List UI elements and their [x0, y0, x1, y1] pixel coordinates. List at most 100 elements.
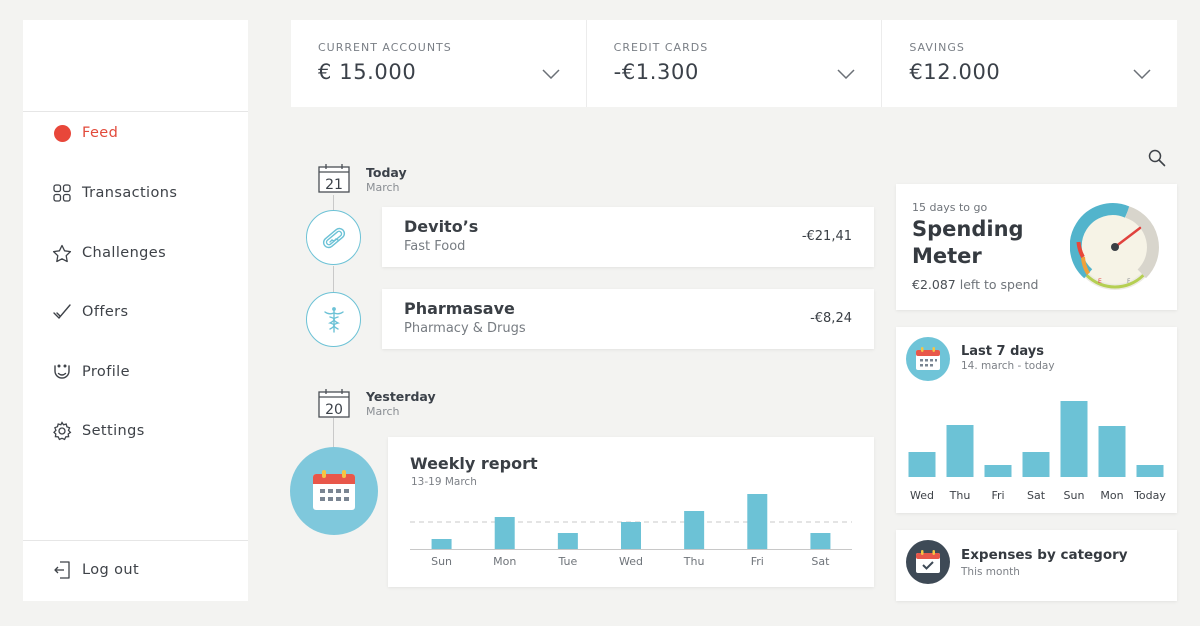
bar	[946, 425, 974, 477]
sidebar-item-offers[interactable]: Offers	[51, 300, 128, 324]
tick-label: Sat	[811, 555, 830, 568]
bar	[431, 539, 452, 549]
grid-icon	[51, 182, 73, 204]
sidebar-item-settings[interactable]: Settings	[51, 419, 145, 443]
star-icon	[51, 242, 73, 264]
transaction-amount: -€21,41	[801, 229, 852, 244]
logout-icon	[51, 559, 73, 581]
transaction-category: Fast Food	[404, 239, 466, 254]
logout-button[interactable]: Log out	[51, 558, 139, 582]
transaction-amount: -€8,24	[810, 311, 852, 326]
account-savings[interactable]: SAVINGS €12.000	[882, 20, 1177, 107]
sidebar-item-label: Settings	[82, 423, 145, 439]
timeline-line	[333, 195, 334, 210]
expenses-subtitle: This month	[961, 566, 1020, 578]
transaction-category: Pharmacy & Drugs	[404, 321, 526, 336]
transaction-card[interactable]: Devito’s Fast Food -€21,41	[382, 207, 874, 267]
amount-suffix: left to spend	[959, 277, 1039, 292]
hotdog-icon	[306, 210, 361, 265]
tick-label: Wed	[910, 489, 934, 502]
amount-left: €2.087 left to spend	[912, 277, 1039, 292]
logout-label: Log out	[82, 562, 140, 578]
bar	[684, 511, 705, 549]
bar	[1060, 401, 1088, 477]
bar	[747, 494, 768, 549]
tick-label: Sat	[1027, 489, 1046, 502]
account-credit-cards[interactable]: CREDIT CARDS -€1.300	[587, 20, 883, 107]
sidebar-item-label: Profile	[82, 364, 130, 380]
tick-label: Sun	[1064, 489, 1085, 502]
bar	[621, 522, 641, 549]
checkmark-icon	[51, 301, 73, 323]
gear-icon	[51, 420, 73, 442]
bar	[908, 452, 936, 477]
day-label-today: Today	[366, 165, 407, 180]
tick-label: Sun	[431, 555, 452, 568]
sidebar-item-label: Offers	[82, 304, 129, 320]
tick-label: Wed	[619, 555, 643, 568]
chevron-down-icon[interactable]	[837, 69, 855, 79]
tick-label: Fri	[751, 555, 764, 568]
sidebar-item-challenges[interactable]: Challenges	[51, 241, 166, 265]
tick-label: Mon	[493, 555, 516, 568]
account-label: CURRENT ACCOUNTS	[318, 41, 452, 54]
calendar-day: 20	[325, 402, 343, 418]
day-month: March	[366, 181, 400, 194]
last-7-days-card[interactable]: Last 7 days 14. march - today Wed Thu Fri S…	[896, 327, 1177, 513]
sidebar-item-label: Feed	[82, 125, 119, 141]
account-label: SAVINGS	[909, 41, 965, 54]
last-7-days-chart: Wed Thu Fri Sat Sun Mon Today	[908, 401, 1166, 502]
sidebar-item-label: Challenges	[82, 245, 167, 261]
tick-label: Fri	[991, 489, 1004, 502]
bar	[1098, 426, 1126, 477]
accounts-bar: CURRENT ACCOUNTS € 15.000 CREDIT CARDS -…	[291, 20, 1177, 107]
weekly-report-chart: Sun Mon Tue Wed Thu Fri Sat	[410, 494, 852, 568]
bar	[1136, 465, 1164, 477]
chevron-down-icon[interactable]	[542, 69, 560, 79]
caduceus-icon	[306, 292, 361, 347]
search-icon[interactable]	[1148, 149, 1166, 167]
sidebar-item-transactions[interactable]: Transactions	[51, 181, 177, 205]
days-to-go: 15 days to go	[912, 201, 988, 214]
day-month: March	[366, 405, 400, 418]
amount-value: €2.087	[912, 277, 956, 292]
timeline-line	[333, 266, 334, 292]
tick-label: Thu	[949, 489, 971, 502]
spending-meter-title: Spending Meter	[912, 216, 1024, 270]
sidebar-item-feed[interactable]: Feed	[51, 121, 118, 145]
title-line: Spending	[912, 217, 1024, 241]
title-line: Meter	[912, 244, 982, 268]
bar	[494, 517, 515, 549]
gauge-empty-label: E	[1098, 278, 1102, 285]
speedometer-gauge: E F	[1070, 203, 1159, 290]
merchant-name: Pharmasave	[404, 299, 515, 318]
weekly-report-card[interactable]: Weekly report 13-19 March Sun Mon Tue Wed Th…	[388, 437, 874, 587]
sidebar-item-label: Transactions	[82, 185, 178, 201]
tick-label: Tue	[557, 555, 577, 568]
expenses-title: Expenses by category	[961, 547, 1128, 563]
red-dot-icon	[51, 122, 73, 144]
sidebar: Feed Transactions Challenges Offers Prof…	[23, 20, 248, 601]
tick-label: Mon	[1100, 489, 1123, 502]
transaction-card[interactable]: Pharmasave Pharmacy & Drugs -€8,24	[382, 289, 874, 349]
divider	[23, 111, 248, 112]
bar	[810, 533, 831, 549]
calendar-date-icon: 20	[318, 389, 350, 418]
chevron-down-icon[interactable]	[1133, 69, 1151, 79]
tick-label: Today	[1133, 489, 1166, 502]
bar	[1022, 452, 1050, 477]
calendar-date-icon: 21	[318, 164, 350, 193]
spending-meter-card[interactable]: 15 days to go Spending Meter €2.087 left …	[896, 184, 1177, 310]
bar	[984, 465, 1012, 477]
calendar-icon	[290, 447, 378, 535]
divider	[23, 540, 248, 541]
merchant-name: Devito’s	[404, 217, 479, 236]
calendar-day: 21	[325, 177, 343, 193]
account-current[interactable]: CURRENT ACCOUNTS € 15.000	[291, 20, 587, 107]
expenses-by-category-card[interactable]: Expenses by category This month	[896, 530, 1177, 601]
smiley-icon	[51, 361, 73, 383]
tick-label: Thu	[683, 555, 705, 568]
gauge-full-label: F	[1127, 278, 1131, 285]
bar	[557, 533, 578, 549]
sidebar-item-profile[interactable]: Profile	[51, 360, 130, 384]
